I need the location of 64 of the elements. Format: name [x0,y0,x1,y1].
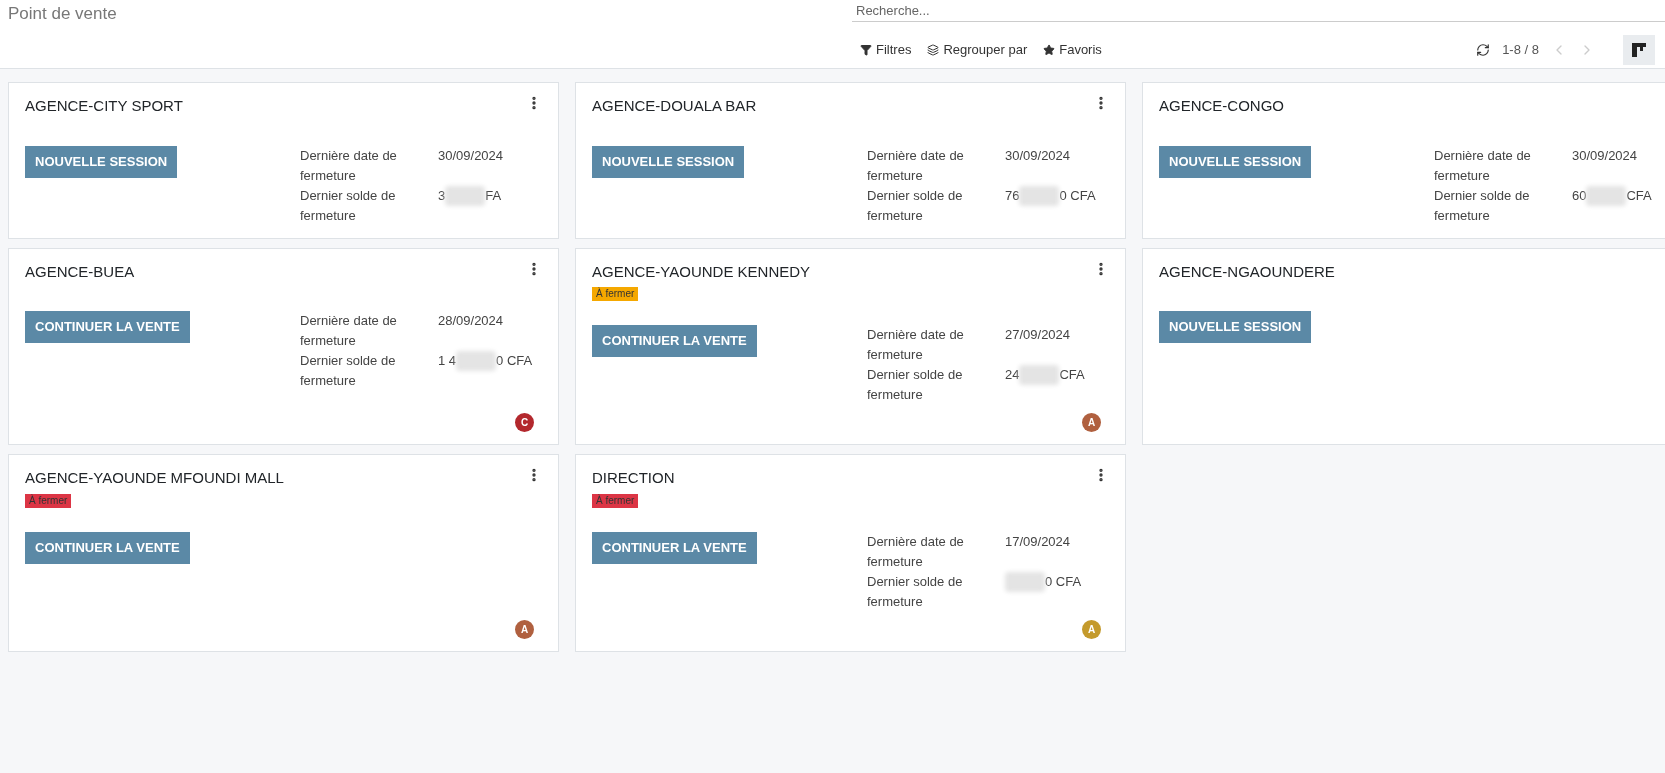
card-title: AGENCE-YAOUNDE KENNEDY [592,261,811,282]
card-title: AGENCE-BUEA [25,261,135,282]
detail-label: Dernière date de fermeture [300,312,398,350]
detail-value: CFA [1626,186,1652,205]
detail-value: 24 [1005,366,1020,384]
detail-label: Dernière date de fermeture [300,146,398,185]
card-title: AGENCE-DOUALA BAR [592,96,757,116]
kanban-view-button[interactable] [1623,35,1655,65]
detail-value: 3 [438,186,446,205]
status-tag: À fermer [592,287,639,301]
card-title: DIRECTION [592,468,675,488]
pager-range: 1-8 / 8 [1502,41,1539,60]
detail-value: 27/09/2024 [1005,326,1071,344]
session-button[interactable]: NOUVELLE SESSION [592,145,745,178]
toolbar-button[interactable]: Filtres [860,40,912,60]
kanban-icon [1632,43,1646,57]
session-button[interactable]: CONTINUER LA VENTE [25,531,190,564]
detail-label: Dernière date de fermeture [867,146,965,185]
session-button[interactable]: NOUVELLE SESSION [1159,311,1312,343]
detail-label: Dernier solde de fermeture [867,572,964,611]
detail-value: 17/09/2024 [1005,532,1071,551]
detail-label: Dernière date de fermeture [1434,146,1532,185]
detail-value: 0 CFA [1045,572,1082,591]
refresh-icon[interactable] [1476,43,1491,57]
page-title: Point de vente [8,4,117,23]
card-title: AGENCE-CONGO [1159,96,1284,116]
session-button[interactable]: NOUVELLE SESSION [1159,145,1312,178]
detail-value: 30/09/2024 [438,146,504,165]
search-field[interactable]: Recherche... [852,0,1665,22]
user-avatar: A [1082,619,1101,639]
detail-value: FA [485,186,502,205]
detail-label: Dernière date de fermeture [867,532,965,571]
detail-value: 60 [1572,186,1587,205]
status-tag: À fermer [592,493,639,508]
detail-value: CFA [1059,366,1085,384]
detail-value: 30/09/2024 [1005,146,1071,165]
detail-value: 0 CFA [496,352,533,370]
toolbar-button[interactable]: Regrouper par [927,40,1028,60]
session-button[interactable]: NOUVELLE SESSION [25,145,178,178]
user-avatar: C [515,413,534,432]
detail-label: Dernier solde de fermeture [1434,186,1531,225]
detail-value: 1 4 [438,352,457,370]
user-avatar: A [1082,413,1101,432]
session-button[interactable]: CONTINUER LA VENTE [592,531,757,564]
card-title: AGENCE-NGAOUNDERE [1159,261,1335,282]
detail-label: Dernier solde de fermeture [300,352,397,390]
card-title: AGENCE-CITY SPORT [25,96,183,116]
detail-label: Dernier solde de fermeture [867,186,964,225]
detail-value: 0 CFA [1059,186,1096,205]
session-button[interactable]: CONTINUER LA VENTE [592,325,757,357]
status-tag: À fermer [25,493,72,508]
user-avatar: A [515,619,534,639]
detail-label: Dernière date de fermeture [867,326,965,364]
card-title: AGENCE-YAOUNDE MFOUNDI MALL [25,468,284,488]
toolbar-button[interactable]: Favoris [1043,40,1102,60]
star-icon [1043,44,1056,56]
filter-icon [860,44,872,56]
detail-label: Dernier solde de fermeture [867,366,964,404]
detail-value: 30/09/2024 [1572,146,1638,165]
session-button[interactable]: CONTINUER LA VENTE [25,311,190,343]
layers-icon [927,44,940,56]
detail-value: 76 [1005,186,1020,205]
detail-value: 28/09/2024 [438,312,504,330]
detail-label: Dernier solde de fermeture [300,186,397,225]
